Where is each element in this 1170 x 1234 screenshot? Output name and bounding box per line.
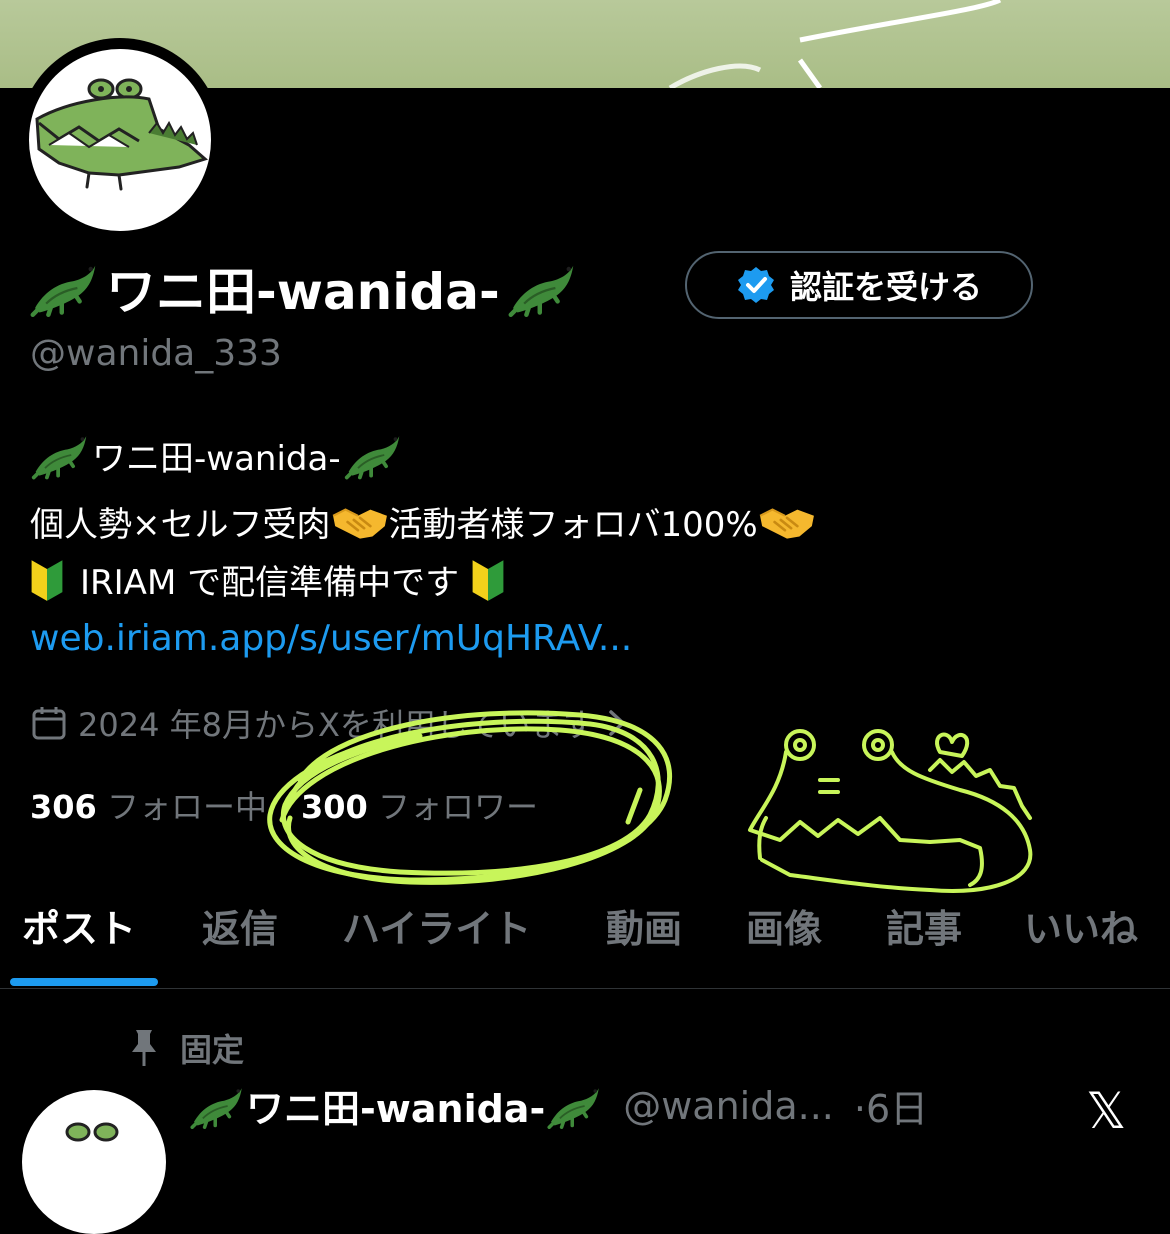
active-tab-indicator: [10, 978, 158, 986]
tab-likes[interactable]: いいね: [1024, 898, 1138, 953]
get-verified-label: 認証を受ける: [789, 268, 982, 306]
crocodile-emoji: [28, 259, 100, 317]
crocodile-emoji: [188, 1083, 246, 1129]
followers-label: フォロワー: [377, 788, 538, 826]
following-label: フォロー中: [106, 788, 267, 826]
calendar-icon: [32, 707, 66, 740]
handshake-emoji: [758, 501, 816, 543]
followers-count: 300: [300, 788, 368, 826]
get-verified-button[interactable]: 認証を受ける: [685, 251, 1033, 319]
pin-icon: [132, 1030, 156, 1066]
user-handle: @wanida_333: [30, 333, 282, 374]
joined-date: 2024 年8月からXを利用しています: [30, 700, 629, 746]
tab-posts[interactable]: ポスト: [22, 898, 136, 953]
crocodile-avatar-image: [35, 78, 209, 191]
crocodile-doodle: [748, 729, 1033, 893]
display-name-row: ワニ田-wanida-: [28, 248, 578, 328]
following-count: 306: [30, 788, 97, 826]
tab-replies[interactable]: 返信: [202, 898, 278, 953]
highlight-tick: [625, 787, 643, 825]
tab-images[interactable]: 画像: [746, 898, 822, 953]
pinned-label: 固定: [180, 1031, 245, 1069]
tab-articles[interactable]: 記事: [886, 898, 962, 953]
profile-tabs: ポスト 返信 ハイライト 動画 画像 記事 いいね: [0, 880, 1170, 989]
chevron-right-icon[interactable]: [605, 708, 629, 738]
pinned-indicator: 固定: [128, 1025, 244, 1071]
crocodile-emoji: [343, 430, 403, 480]
crocodile-emoji: [30, 430, 90, 480]
crocodile-emoji: [545, 1083, 603, 1129]
bio-name: ワニ田-wanida-: [92, 438, 341, 479]
display-name: ワニ田-wanida-: [106, 263, 500, 321]
bio-text-c: IRIAM で配信準備中です: [80, 563, 460, 603]
joined-text: 2024 年8月からXを利用しています: [78, 706, 595, 744]
post-time[interactable]: ·6日: [854, 1078, 928, 1133]
bio-text-b: 活動者様フォロバ100%: [388, 505, 758, 545]
bio-line-2: 個人勢×セルフ受肉 活動者様フォロバ100%: [30, 497, 816, 546]
handshake-emoji: [331, 501, 389, 543]
tab-highlights[interactable]: ハイライト: [342, 898, 531, 953]
profile-avatar[interactable]: [18, 38, 222, 242]
crocodile-emoji: [506, 259, 578, 317]
tab-videos[interactable]: 動画: [606, 898, 682, 953]
follow-stats: 306 フォロー中 300 フォロワー: [30, 782, 538, 828]
post-author-name[interactable]: ワニ田-wanida-: [246, 1078, 545, 1133]
bio-text-a: 個人勢×セルフ受肉: [30, 505, 331, 545]
bio-link[interactable]: web.iriam.app/s/user/mUqHRAV...: [30, 618, 632, 659]
following-link[interactable]: 306 フォロー中: [30, 782, 267, 828]
beginner-mark-emoji: [471, 558, 505, 602]
followers-link[interactable]: 300 フォロワー: [301, 782, 538, 828]
pinned-post-header: ワニ田-wanida- @wanida... ·6日: [188, 1078, 928, 1133]
x-logo-icon[interactable]: 𝕏: [1086, 1082, 1126, 1140]
beginner-mark-emoji: [30, 558, 64, 602]
verified-badge-icon: [737, 267, 774, 303]
bio-line-1: ワニ田-wanida-: [30, 430, 403, 480]
bio-line-3: IRIAM で配信準備中です: [30, 555, 505, 604]
post-author-handle[interactable]: @wanida...: [623, 1084, 834, 1128]
post-avatar[interactable]: [22, 1090, 166, 1234]
